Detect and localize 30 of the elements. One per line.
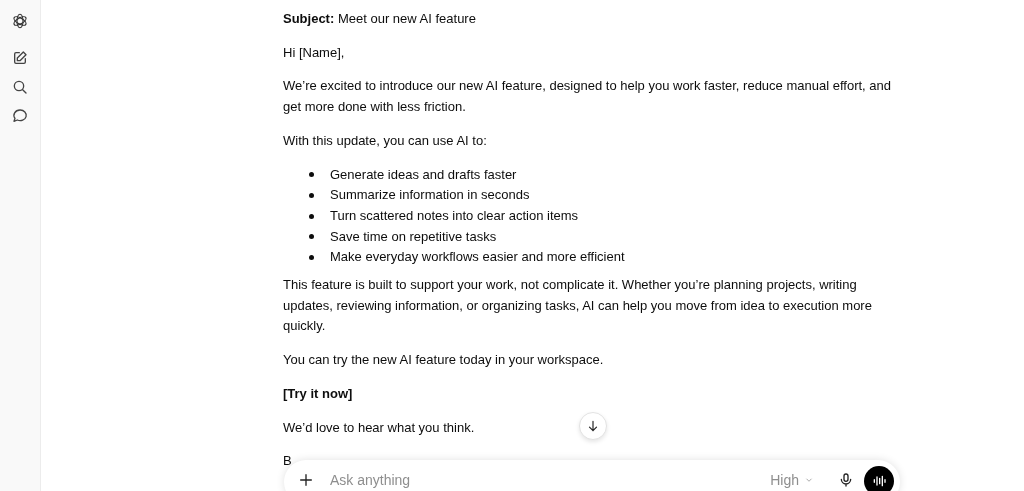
message-text: You can try the new AI feature today in your workspace. xyxy=(283,351,604,370)
list-item-text: Make everyday workflows easier and more efficient xyxy=(330,248,625,267)
message-text: With this update, you can use AI to: xyxy=(283,131,487,150)
logo-icon[interactable] xyxy=(11,12,29,30)
arrow-down-icon xyxy=(586,419,600,433)
new-chat-icon[interactable] xyxy=(12,50,28,66)
scroll-down-button[interactable] xyxy=(579,412,607,440)
message-text: Hi [Name], xyxy=(283,43,345,62)
message-text: This feature is built to support your work, not complicate it. Whether you’re planning projects, writing updates, reviewing information, or organizing tasks, AI can help you move from idea to execution more quickly. xyxy=(283,276,873,336)
search-icon[interactable] xyxy=(12,79,28,95)
message-text: We’d love to hear what you think. xyxy=(283,418,475,437)
message-text: [Try it now] xyxy=(283,384,353,403)
list-item-text: Summarize information in seconds xyxy=(330,186,530,205)
microphone-icon[interactable] xyxy=(838,472,854,488)
bullet-icon xyxy=(309,213,314,219)
bullet-icon xyxy=(309,234,314,240)
list-item-text: Generate ideas and drafts faster xyxy=(330,165,517,184)
bullet-icon xyxy=(309,172,314,178)
chat-bubble-icon[interactable] xyxy=(12,108,28,124)
message-text: Subject: Meet our new AI feature xyxy=(283,10,476,28)
model-dropdown[interactable]: High xyxy=(770,472,814,488)
bullet-icon xyxy=(309,255,314,261)
plus-icon[interactable] xyxy=(298,472,314,488)
list-item-text: Save time on repetitive tasks xyxy=(330,227,497,246)
list-item-text: Turn scattered notes into clear action items xyxy=(330,206,579,225)
voice-mode-button[interactable] xyxy=(864,466,894,491)
message-text: B xyxy=(283,452,292,471)
sound-wave-icon xyxy=(871,473,887,489)
message-text: We’re excited to introduce our new AI feature, designed to help you work faster, reduce manual effort, and get more done with less friction. xyxy=(283,77,892,117)
bullet-icon xyxy=(309,193,314,199)
